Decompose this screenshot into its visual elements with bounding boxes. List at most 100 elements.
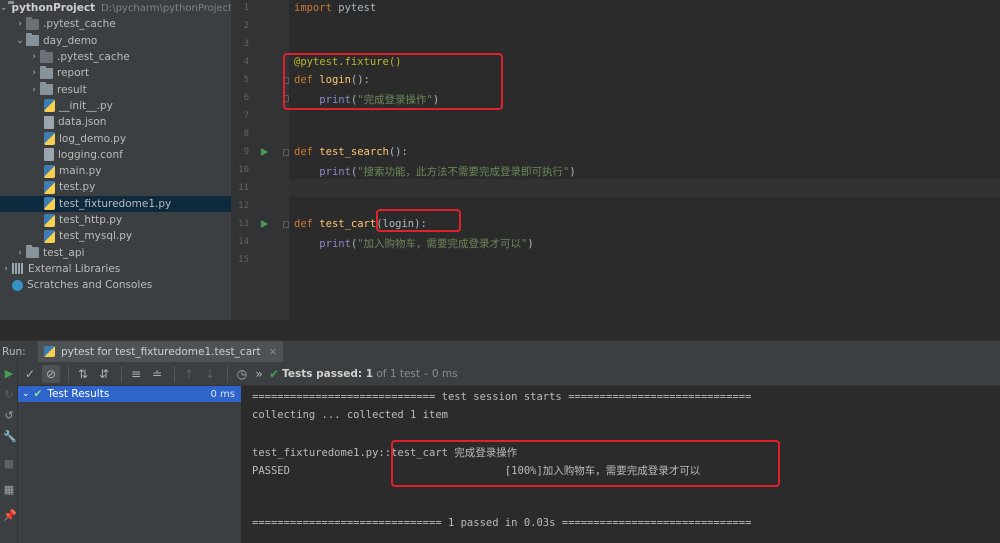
run-tab[interactable]: pytest for test_fixturedome1.test_cart × [38, 340, 284, 363]
line-number: 12 [238, 201, 249, 211]
tree-item-label: Scratches and Consoles [27, 279, 153, 292]
run-test-icon[interactable] [261, 220, 268, 228]
tests-passed-detail: of 1 test – 0 ms [373, 367, 458, 380]
library-icon [12, 263, 24, 275]
chevron-right-icon[interactable]: › [28, 85, 40, 95]
collapse-all-icon[interactable]: ≐ [148, 365, 166, 383]
project-tree-panel: ⌄ pythonProject D:\pycharm\pythonProject… [0, 0, 231, 320]
tree-item-test-fixturedome1[interactable]: test_fixturedome1.py [0, 195, 231, 212]
show-passed-icon[interactable]: ✓ [21, 365, 39, 383]
tree-item-report[interactable]: › report [0, 65, 231, 81]
console-line: ============================= test sessi… [252, 391, 752, 403]
tree-item-label: test.py [59, 181, 96, 194]
python-file-icon [44, 213, 55, 227]
tree-item-label: day_demo [43, 34, 98, 47]
folder-icon [26, 16, 39, 30]
close-icon[interactable]: × [269, 346, 278, 358]
test-results-tree: ⌄ ✔ Test Results 0 ms [18, 386, 242, 543]
toolbar-divider [68, 365, 69, 382]
tree-item-label: log_demo.py [59, 132, 127, 145]
line-number: 15 [238, 255, 249, 265]
tree-item-test-http[interactable]: test_http.py [0, 212, 231, 228]
run-tool-window-header: Run: pytest for test_fixturedome1.test_c… [0, 340, 1000, 363]
pin-icon[interactable]: 📌 [3, 510, 17, 522]
line-number: 7 [243, 111, 249, 121]
code-line: print("搜索功能，此方法不需要完成登录即可执行") [319, 166, 576, 178]
tree-item-scratches[interactable]: Scratches and Consoles [0, 277, 231, 293]
tree-item-test-mysql[interactable]: test_mysql.py [0, 228, 231, 244]
line-number: 5 [243, 75, 249, 85]
layout-icon[interactable]: ▦ [3, 484, 15, 496]
folder-icon [26, 33, 39, 47]
tree-item-log-demo[interactable]: log_demo.py [0, 130, 231, 146]
chevron-right-icon[interactable]: › [14, 248, 26, 258]
rerun-icon[interactable]: ▶ [3, 368, 15, 380]
sort-by-duration-icon[interactable]: ⇵ [95, 365, 113, 383]
python-file-icon [44, 180, 55, 194]
toggle-auto-test-icon[interactable]: ↺ [3, 410, 15, 422]
toolbar-divider [227, 365, 228, 382]
tree-item-label: External Libraries [28, 262, 121, 275]
rerun-failed-icon[interactable]: ↻ [3, 389, 15, 401]
tree-item-init-py[interactable]: __init__.py [0, 98, 231, 114]
expand-all-icon[interactable]: ≡ [127, 365, 145, 383]
python-file-icon [44, 164, 55, 178]
tree-item-logging-conf[interactable]: logging.conf [0, 147, 231, 163]
tree-item-label: data.json [58, 116, 107, 129]
more-actions[interactable]: » [254, 365, 264, 383]
code-line: print("加入购物车，需要完成登录才可以") [319, 238, 534, 250]
tree-item-test-py[interactable]: test.py [0, 179, 231, 195]
tree-item-label: report [57, 67, 90, 80]
tree-item-data-json[interactable]: data.json [0, 114, 231, 130]
next-failed-icon[interactable]: ↓ [201, 365, 219, 383]
chevron-down-icon[interactable]: ⌄ [0, 3, 8, 13]
history-icon[interactable]: ◷ [233, 365, 251, 383]
line-number: 6 [243, 93, 249, 103]
check-icon: ✔ [269, 366, 280, 381]
login-param-highlight-box [376, 209, 461, 232]
line-number: 4 [243, 57, 249, 67]
chevron-right-icon[interactable]: › [28, 52, 40, 62]
chevron-down-icon[interactable]: ⌄ [14, 36, 26, 46]
test-results-root-row[interactable]: ⌄ ✔ Test Results 0 ms [18, 386, 241, 402]
pytest-icon [44, 346, 55, 357]
settings-wrench-icon[interactable]: 🔧 [3, 431, 17, 443]
chevron-right-icon[interactable]: › [0, 264, 12, 274]
line-number: 10 [238, 165, 249, 175]
tree-item-external-libraries[interactable]: › External Libraries [0, 261, 231, 277]
tree-item-root[interactable]: ⌄ pythonProject D:\pycharm\pythonProject [0, 0, 231, 16]
tree-item-label: test_http.py [59, 214, 123, 226]
line-number: 14 [238, 237, 249, 247]
output-highlight-box [391, 440, 780, 487]
chevron-right-icon[interactable]: › [14, 19, 26, 29]
tree-item-test-api[interactable]: › test_api [0, 244, 231, 260]
console-output[interactable]: ============================= test sessi… [242, 386, 1000, 543]
tree-item-pytest-cache[interactable]: › .pytest_cache [0, 16, 231, 32]
line-number: 9 [243, 147, 249, 157]
test-results-label: Test Results [47, 388, 110, 400]
tree-item-label: test_mysql.py [59, 230, 133, 243]
chevron-right-icon[interactable]: › [28, 68, 40, 78]
sort-alphabetically-icon[interactable]: ⇅ [74, 365, 92, 383]
tree-item-label: __init__.py [59, 99, 113, 112]
tree-item-main-py[interactable]: main.py [0, 163, 231, 179]
tree-item-day-demo[interactable]: ⌄ day_demo [0, 33, 231, 49]
tree-item-label: main.py [59, 165, 102, 178]
run-left-toolbar: ▶ ↻ ↺ 🔧 ■ ▦ 📌 [0, 362, 18, 543]
code-editor[interactable]: import pytest @pytest.fixture() def logi… [283, 0, 1000, 320]
tree-item-label: result [57, 83, 87, 96]
show-ignored-icon[interactable]: ⊘ [42, 364, 60, 383]
folder-icon [26, 245, 39, 259]
line-number: 2 [243, 21, 249, 31]
stop-icon[interactable]: ■ [3, 458, 15, 470]
tree-item-result[interactable]: › result [0, 81, 231, 97]
chevron-down-icon[interactable]: ⌄ [22, 389, 30, 399]
previous-failed-icon[interactable]: ↑ [180, 365, 198, 383]
folder-icon [40, 49, 53, 63]
run-label: Run: [2, 345, 26, 358]
line-number: 3 [243, 39, 249, 49]
run-test-icon[interactable] [261, 148, 268, 156]
tests-passed-status: Tests passed: 1 of 1 test – 0 ms [282, 368, 458, 380]
scratches-icon [12, 279, 23, 291]
tree-item-pytest-cache-2[interactable]: › .pytest_cache [0, 49, 231, 65]
